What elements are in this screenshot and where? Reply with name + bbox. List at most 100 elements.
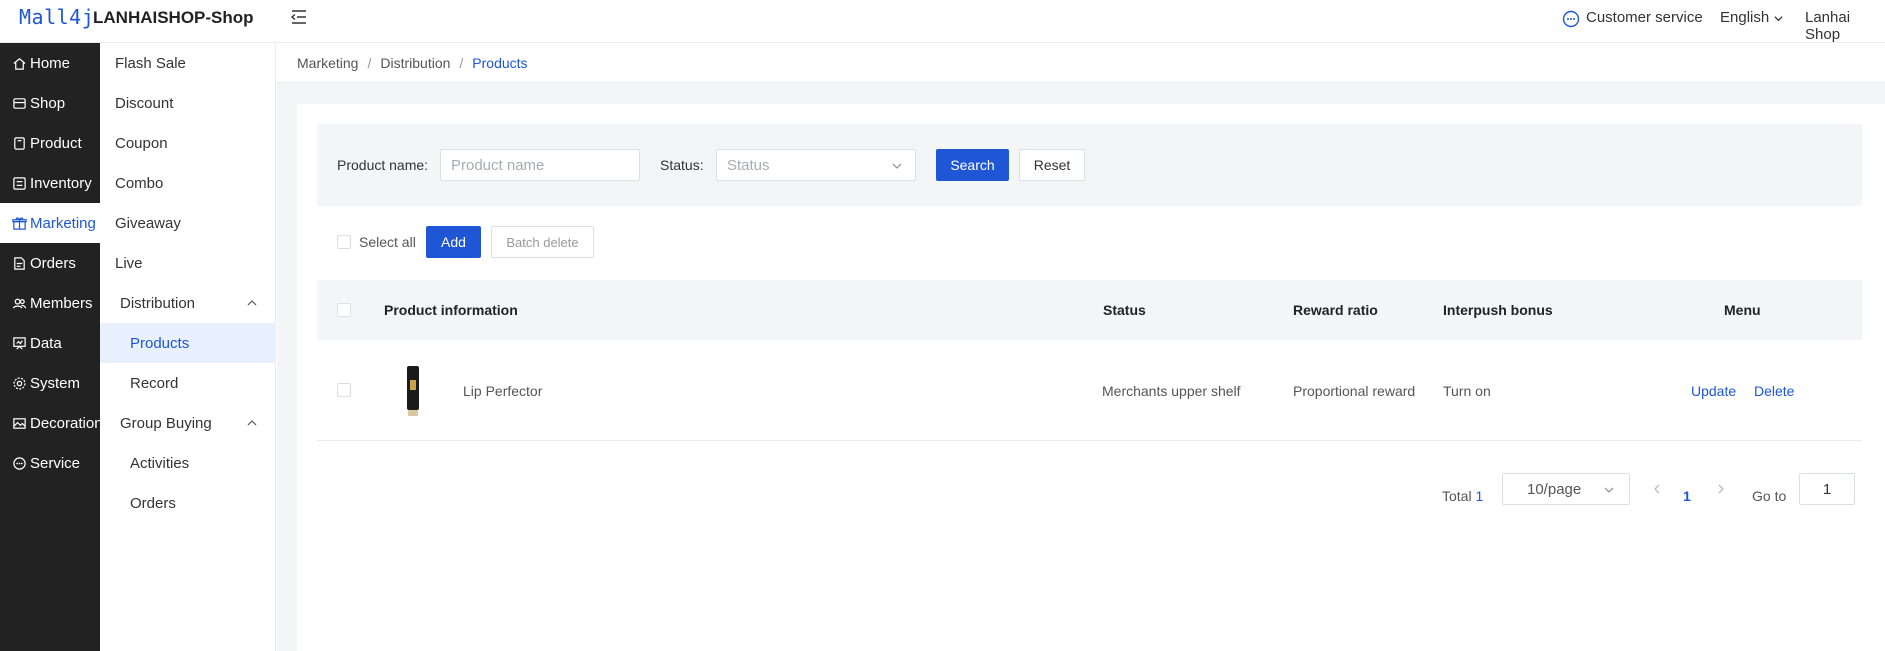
subnav-group-group-buying-label: Group Buying [120, 414, 212, 432]
chevron-down-icon [892, 163, 902, 169]
column-header-status: Status [1103, 302, 1146, 318]
column-header-product: Product information [384, 302, 518, 318]
subnav-discount[interactable]: Discount [100, 83, 276, 123]
nav-shop[interactable]: Shop [0, 83, 100, 123]
subnav-activities[interactable]: Activities [100, 443, 276, 483]
page-number-current[interactable]: 1 [1683, 488, 1691, 504]
nav-home[interactable]: Home [0, 43, 100, 83]
header-checkbox[interactable] [337, 303, 351, 317]
nav-product[interactable]: Product [0, 123, 100, 163]
page-size-select[interactable]: 10/page [1502, 473, 1630, 505]
subnav-group-group-buying[interactable]: Group Buying [100, 403, 276, 443]
members-icon [12, 298, 27, 309]
nav-marketing-label: Marketing [30, 214, 96, 232]
subnav-live[interactable]: Live [100, 243, 276, 283]
subnav-flash-sale[interactable]: Flash Sale [100, 43, 276, 83]
update-link[interactable]: Update [1691, 383, 1736, 399]
chevron-up-icon [247, 420, 257, 426]
column-header-reward-ratio: Reward ratio [1293, 302, 1378, 318]
subnav-products[interactable]: Products [100, 323, 276, 363]
customer-service-link[interactable]: Customer service [1586, 9, 1703, 26]
select-all-label[interactable]: Select all [359, 234, 416, 250]
shop-icon [13, 97, 26, 109]
total-label: Total [1442, 488, 1472, 504]
nav-product-label: Product [30, 134, 82, 152]
shop-title: LANHAISHOP-Shop [93, 8, 254, 27]
goto-page-input[interactable] [1799, 473, 1855, 505]
chevron-up-icon [247, 300, 257, 306]
page-size-value: 10/page [1527, 480, 1582, 498]
product-name-label: Product name: [337, 157, 429, 173]
nav-inventory[interactable]: Inventory [0, 163, 100, 203]
nav-decoration[interactable]: Decoration [0, 403, 103, 443]
product-status: Merchants upper shelf [1102, 383, 1241, 399]
goto-label: Go to [1752, 488, 1787, 504]
pagination-total: Total 1 [1442, 488, 1483, 504]
subnav-giveaway[interactable]: Giveaway [100, 203, 276, 243]
top-header: Mall4j LANHAISHOP-Shop Customer service … [0, 0, 1885, 43]
main-content: Marketing / Distribution / Products Prod… [277, 43, 1885, 651]
table-header: Product information Status Reward ratio … [317, 280, 1862, 340]
nav-decoration-label: Decoration [30, 414, 103, 432]
subnav-record[interactable]: Record [100, 363, 276, 403]
inventory-icon [13, 176, 26, 190]
subnav-combo[interactable]: Combo [100, 163, 276, 203]
nav-orders[interactable]: Orders [0, 243, 100, 283]
nav-home-label: Home [30, 54, 71, 72]
subnav-group-distribution[interactable]: Distribution [100, 283, 276, 323]
select-all-checkbox[interactable] [337, 235, 351, 249]
breadcrumb-marketing[interactable]: Marketing [297, 55, 358, 71]
delete-link[interactable]: Delete [1754, 383, 1794, 399]
breadcrumb: Marketing / Distribution / Products [277, 43, 1885, 83]
product-name[interactable]: Lip Perfector [463, 383, 542, 399]
breadcrumb-distribution[interactable]: Distribution [380, 55, 450, 71]
status-select-placeholder: Status [727, 156, 770, 174]
reward-ratio: Proportional reward [1293, 383, 1416, 399]
language-select[interactable]: English [1720, 9, 1784, 26]
service-icon [13, 456, 26, 470]
breadcrumb-separator: / [367, 54, 372, 71]
status-select[interactable]: Status [716, 149, 916, 181]
next-page-icon[interactable] [1716, 484, 1726, 494]
home-icon [13, 57, 26, 70]
chat-icon[interactable] [1562, 10, 1580, 28]
nav-system[interactable]: System [0, 363, 100, 403]
chevron-down-icon [1604, 487, 1614, 493]
column-header-interpush-bonus: Interpush bonus [1443, 302, 1553, 318]
nav-system-label: System [30, 374, 81, 392]
product-thumbnail[interactable] [401, 364, 425, 418]
add-button[interactable]: Add [426, 226, 481, 258]
gear-icon [13, 376, 26, 390]
breadcrumb-separator: / [459, 54, 464, 71]
subnav-coupon[interactable]: Coupon [100, 123, 276, 163]
nav-service[interactable]: Service [0, 443, 100, 483]
nav-data-label: Data [30, 334, 62, 352]
subnav-group-distribution-label: Distribution [120, 294, 196, 312]
nav-marketing[interactable]: Marketing [0, 203, 100, 243]
search-button[interactable]: Search [936, 149, 1009, 181]
reset-button[interactable]: Reset [1019, 149, 1085, 181]
nav-members[interactable]: Members [0, 283, 100, 323]
table-row: Lip Perfector Merchants upper shelf Prop… [317, 340, 1862, 441]
user-menu[interactable]: Lanhai Shop [1805, 9, 1885, 43]
menu-collapse-icon[interactable] [288, 6, 310, 28]
total-count: 1 [1475, 488, 1484, 504]
interpush-bonus: Turn on [1443, 383, 1491, 399]
nav-shop-label: Shop [30, 94, 66, 112]
nav-service-label: Service [30, 454, 81, 472]
product-name-input[interactable] [440, 149, 640, 181]
nav-inventory-label: Inventory [30, 174, 92, 192]
secondary-sidebar: Flash Sale Discount Coupon Combo Giveawa… [100, 43, 276, 651]
column-header-menu: Menu [1724, 302, 1761, 318]
nav-orders-label: Orders [30, 254, 76, 272]
subnav-orders[interactable]: Orders [100, 483, 276, 523]
row-checkbox[interactable] [337, 383, 351, 397]
nav-data[interactable]: Data [0, 323, 100, 363]
batch-delete-button[interactable]: Batch delete [491, 226, 594, 258]
prev-page-icon[interactable] [1652, 484, 1662, 494]
content-panel: Product name: Status: Status Search Rese… [297, 104, 1885, 651]
primary-sidebar: Home Shop Product Inventory Marketing Or… [0, 43, 103, 651]
gift-icon [12, 216, 27, 230]
decoration-icon [13, 417, 26, 429]
language-label: English [1720, 9, 1770, 26]
